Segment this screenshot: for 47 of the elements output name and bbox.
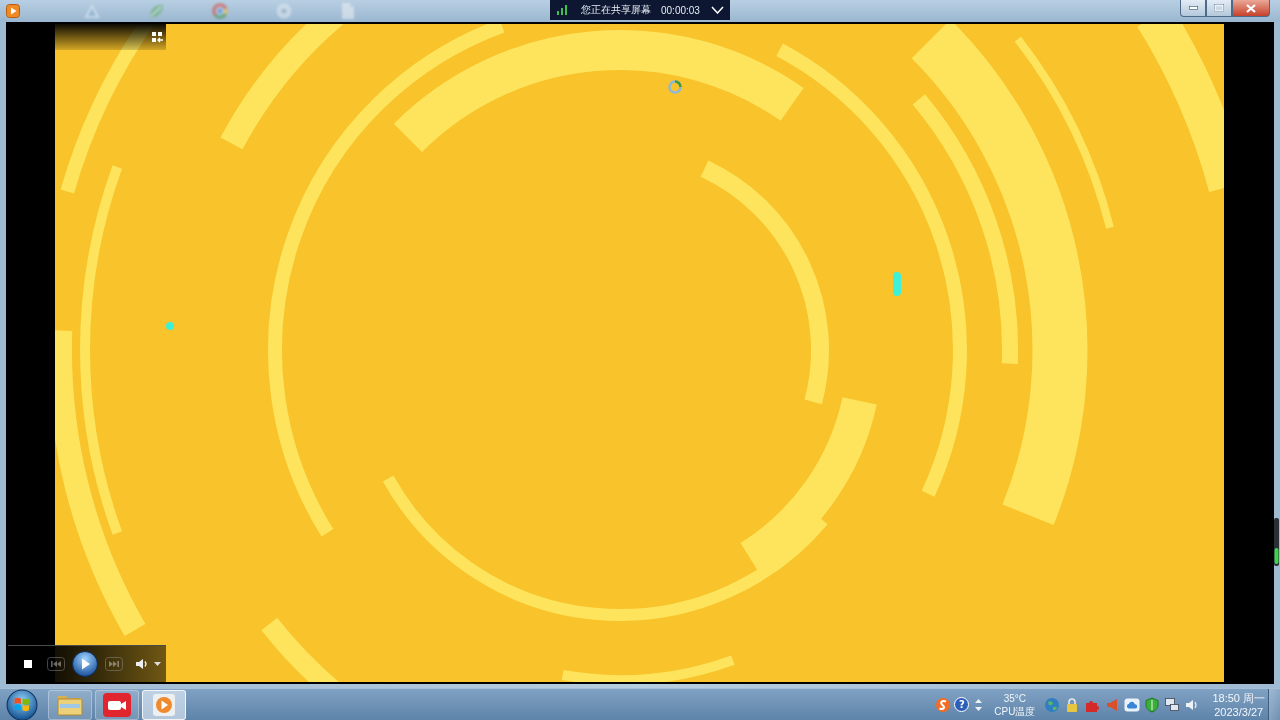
temperature-label: CPU温度: [994, 704, 1036, 718]
share-message: 您正在共享屏幕: [581, 3, 651, 17]
chevron-icon[interactable]: [711, 6, 724, 14]
maximize-button[interactable]: [1206, 0, 1232, 17]
minimize-icon: [1188, 6, 1198, 10]
dot-icon: [166, 322, 174, 330]
capsule-icon: [893, 272, 901, 296]
close-icon: [1246, 3, 1256, 13]
skip-back-icon: [47, 657, 65, 671]
speaker-icon: [135, 658, 148, 670]
play-tile-icon[interactable]: [6, 4, 20, 18]
taskbar-button[interactable]: [142, 689, 186, 720]
swirl-logo-icon[interactable]: [935, 696, 952, 713]
volume-button[interactable]: [135, 658, 148, 670]
shield-icon[interactable]: [1144, 696, 1161, 713]
skip-forward-icon: [105, 657, 123, 671]
arrows-icon[interactable]: [975, 697, 983, 712]
clock-time: 18:50 周一: [1212, 690, 1265, 705]
start-icon: [6, 688, 38, 720]
color-wheel-icon: [210, 2, 230, 20]
disc-icon: [274, 2, 294, 20]
taskbar-button[interactable]: [48, 689, 92, 720]
close-button[interactable]: [1232, 0, 1270, 17]
network-icon[interactable]: [1164, 696, 1181, 713]
stop-icon: [24, 660, 32, 668]
maximize-icon: [1214, 4, 1224, 12]
folder-icon: [57, 693, 83, 716]
caret-icon: [154, 662, 161, 666]
edge-marker-icon: [1274, 518, 1279, 566]
triangle-icon: [82, 2, 102, 20]
show-desktop-button[interactable]: [1268, 689, 1280, 720]
minimize-button[interactable]: [1180, 0, 1206, 17]
play-tile-icon: [153, 693, 175, 716]
grid-arrow-icon[interactable]: [152, 31, 163, 43]
clock-date: 2023/3/27: [1214, 704, 1264, 719]
start-button[interactable]: [5, 688, 39, 720]
taskbar-button[interactable]: [95, 689, 139, 720]
play-icon: [72, 651, 98, 677]
elapsed-time: 00:00:03: [661, 4, 700, 16]
help-button[interactable]: ?: [954, 697, 970, 712]
signal-icon: [557, 5, 567, 15]
volume-menu-button[interactable]: [154, 662, 161, 666]
play-button[interactable]: [72, 651, 98, 677]
camera-icon: [103, 692, 131, 717]
cloud-icon[interactable]: [1124, 696, 1141, 713]
busy-cursor-icon: [668, 80, 682, 94]
temperature-reading: 35°C: [1003, 691, 1026, 705]
